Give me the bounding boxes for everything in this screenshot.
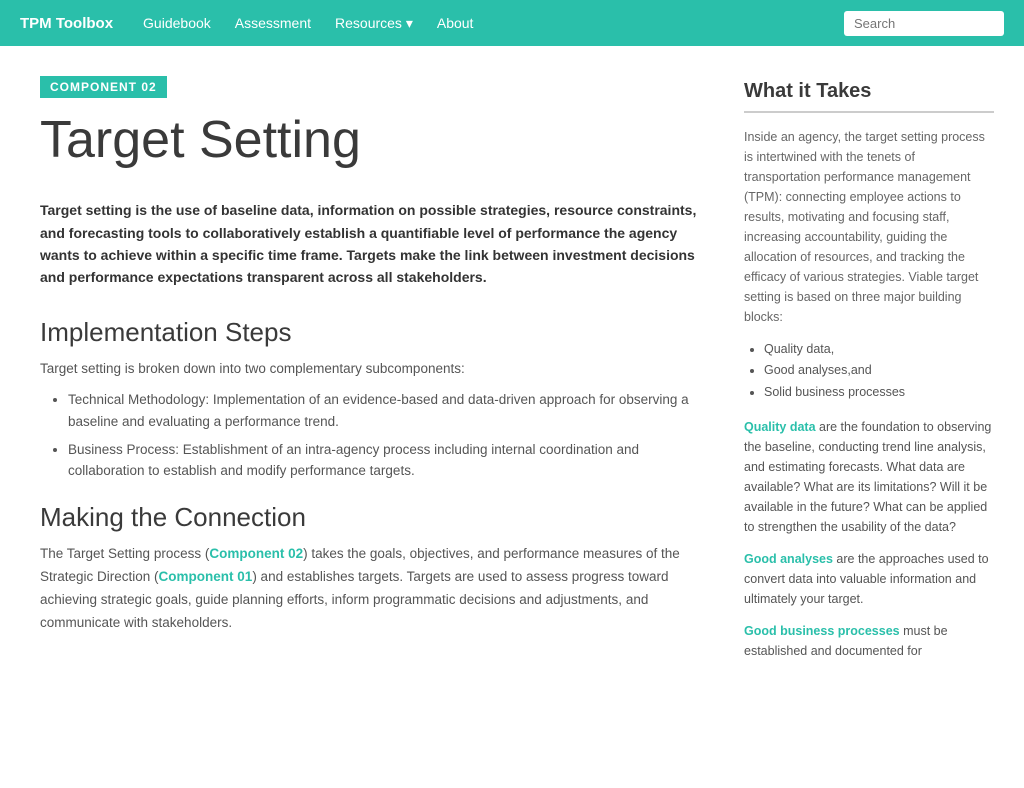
sidebar-bullet-item: Good analyses,and (764, 360, 994, 381)
search-container (844, 11, 1004, 36)
intro-text: Target setting is the use of baseline da… (40, 199, 704, 289)
nav-links: Guidebook Assessment Resources ▾ About (143, 15, 844, 32)
sidebar-divider (744, 111, 994, 113)
connection-text-before-1: The Target Setting process ( (40, 546, 209, 561)
component01-link[interactable]: Component 01 (159, 569, 253, 584)
page-container: COMPONENT 02 Target Setting Target setti… (0, 46, 1024, 713)
sidebar-intro: Inside an agency, the target setting pro… (744, 127, 994, 327)
search-input[interactable] (844, 11, 1004, 36)
component-badge: COMPONENT 02 (40, 76, 167, 98)
navbar: TPM Toolbox Guidebook Assessment Resourc… (0, 0, 1024, 46)
sidebar-good-business: Good business processes must be establis… (744, 621, 994, 661)
component02-link[interactable]: Component 02 (209, 546, 303, 561)
page-title: Target Setting (40, 112, 704, 169)
nav-assessment[interactable]: Assessment (235, 15, 311, 31)
implementation-intro: Target setting is broken down into two c… (40, 358, 704, 380)
sidebar: What it Takes Inside an agency, the targ… (744, 76, 994, 673)
nav-about[interactable]: About (437, 15, 474, 31)
term-quality-data: Quality data (744, 420, 816, 434)
sidebar-quality-data-text: are the foundation to observing the base… (744, 420, 991, 534)
implementation-list: Technical Methodology: Implementation of… (40, 389, 704, 481)
implementation-heading: Implementation Steps (40, 317, 704, 348)
list-item: Business Process: Establishment of an in… (68, 439, 704, 482)
connection-heading: Making the Connection (40, 502, 704, 533)
nav-brand[interactable]: TPM Toolbox (20, 15, 113, 32)
term-good-analyses: Good analyses (744, 552, 833, 566)
sidebar-quality-data: Quality data are the foundation to obser… (744, 417, 994, 537)
sidebar-bullet-item: Quality data, (764, 339, 994, 360)
nav-guidebook[interactable]: Guidebook (143, 15, 211, 31)
sidebar-title: What it Takes (744, 76, 994, 103)
list-item: Technical Methodology: Implementation of… (68, 389, 704, 432)
main-content: COMPONENT 02 Target Setting Target setti… (40, 76, 704, 673)
sidebar-bullet-item: Solid business processes (764, 382, 994, 403)
connection-text: The Target Setting process (Component 02… (40, 543, 704, 635)
sidebar-good-analyses: Good analyses are the approaches used to… (744, 549, 994, 609)
nav-resources[interactable]: Resources ▾ (335, 15, 413, 32)
sidebar-bullets: Quality data, Good analyses,and Solid bu… (744, 339, 994, 403)
term-good-business: Good business processes (744, 624, 900, 638)
